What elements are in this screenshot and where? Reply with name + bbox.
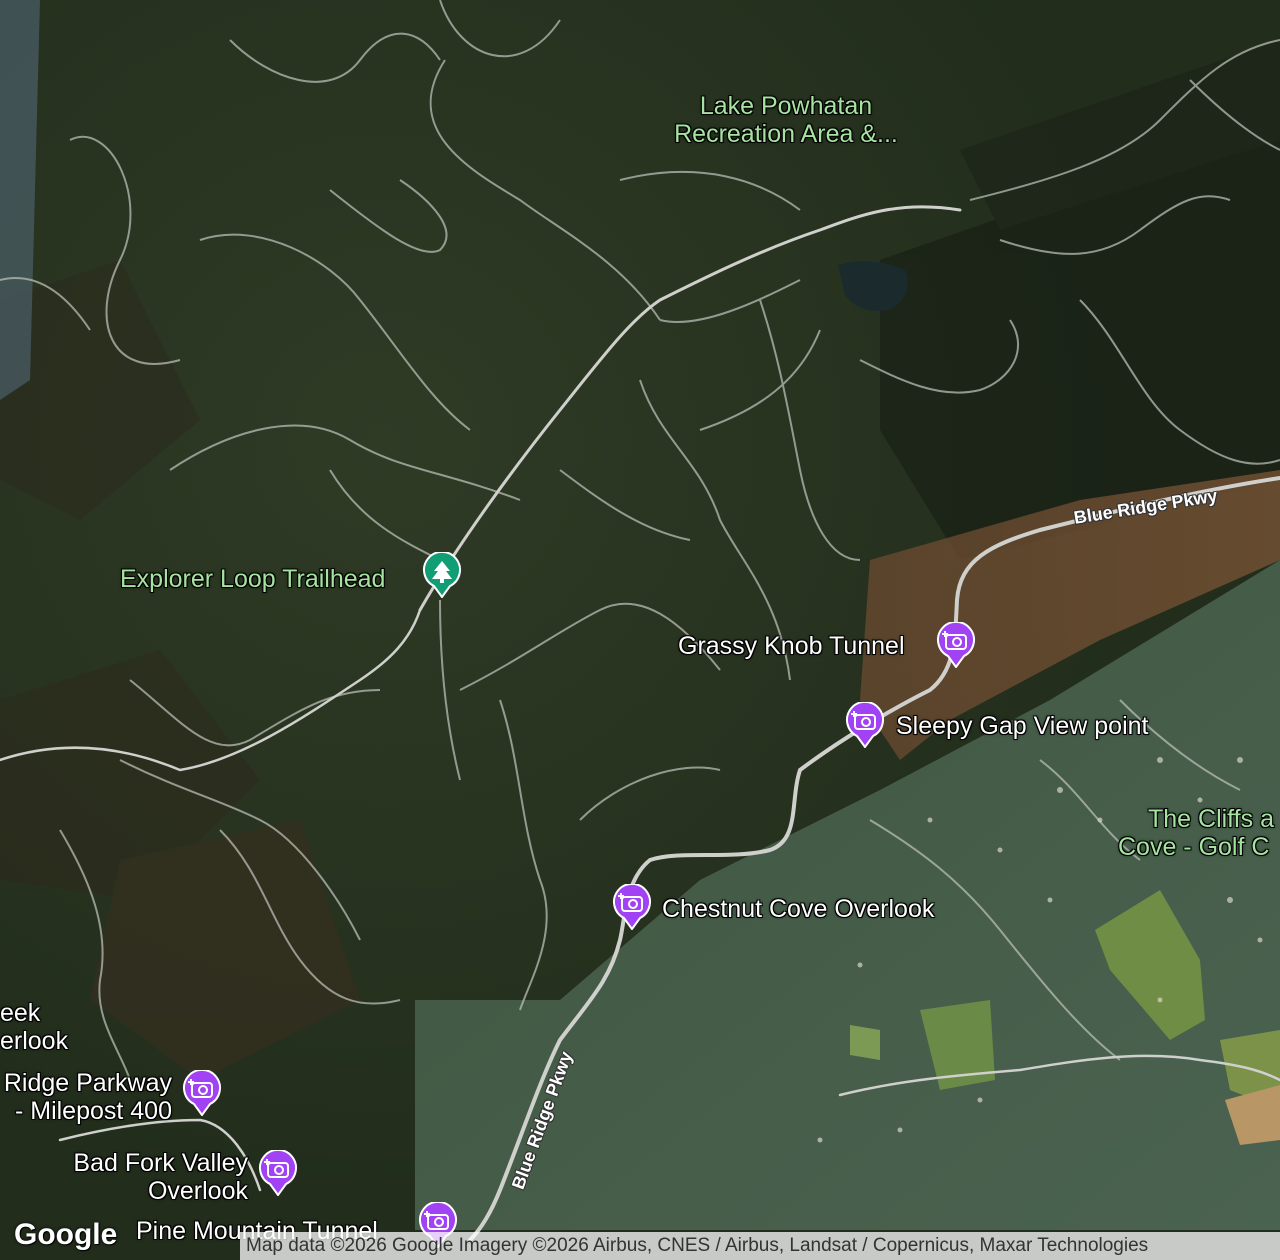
place-label-line: erlook [0, 1027, 69, 1055]
poi-label-explorer-loop[interactable]: Explorer Loop Trailhead [120, 565, 385, 593]
place-label-creek-overlook[interactable]: eek erlook [0, 999, 68, 1055]
camera-icon [937, 622, 975, 668]
place-label-line: eek [0, 999, 41, 1027]
poi-label-line: Ridge Parkway [3, 1069, 172, 1097]
camera-icon [846, 702, 884, 748]
place-label-cliffs-cove[interactable]: The Cliffs a Cove - Golf C [1118, 805, 1274, 861]
poi-label-line: - Milepost 400 [14, 1097, 172, 1125]
camera-icon [183, 1070, 221, 1116]
tree-icon [423, 552, 461, 598]
place-label-line: Lake Powhatan [699, 92, 873, 120]
poi-label-chestnut-cove[interactable]: Chestnut Cove Overlook [662, 895, 934, 923]
poi-marker-sleepy-gap[interactable] [845, 702, 885, 748]
poi-marker-chestnut-cove[interactable] [612, 884, 652, 930]
camera-icon [613, 884, 651, 930]
poi-label-line: Overlook [147, 1177, 248, 1205]
place-label-line: Recreation Area &... [674, 120, 898, 148]
camera-icon [259, 1150, 297, 1196]
poi-label-line: Bad Fork Valley [73, 1149, 248, 1177]
poi-label-sleepy-gap[interactable]: Sleepy Gap View point [896, 712, 1148, 740]
map-attribution[interactable]: Map data ©2026 Google Imagery ©2026 Airb… [240, 1232, 1280, 1260]
poi-marker-grassy-knob[interactable] [936, 622, 976, 668]
place-label-line: The Cliffs a [1148, 805, 1274, 833]
poi-label-bad-fork[interactable]: Bad Fork Valley Overlook [40, 1149, 248, 1205]
place-label-line: Cove - Golf C [1118, 833, 1270, 861]
poi-marker-bad-fork[interactable] [258, 1150, 298, 1196]
poi-marker-explorer-loop[interactable] [422, 552, 462, 598]
place-label-lake-powhatan[interactable]: Lake Powhatan Recreation Area &... [666, 92, 906, 148]
poi-label-milepost-400[interactable]: Ridge Parkway - Milepost 400 [0, 1069, 172, 1125]
poi-label-grassy-knob[interactable]: Grassy Knob Tunnel [678, 632, 905, 660]
poi-marker-milepost-400[interactable] [182, 1070, 222, 1116]
google-logo[interactable]: Google [14, 1218, 117, 1252]
